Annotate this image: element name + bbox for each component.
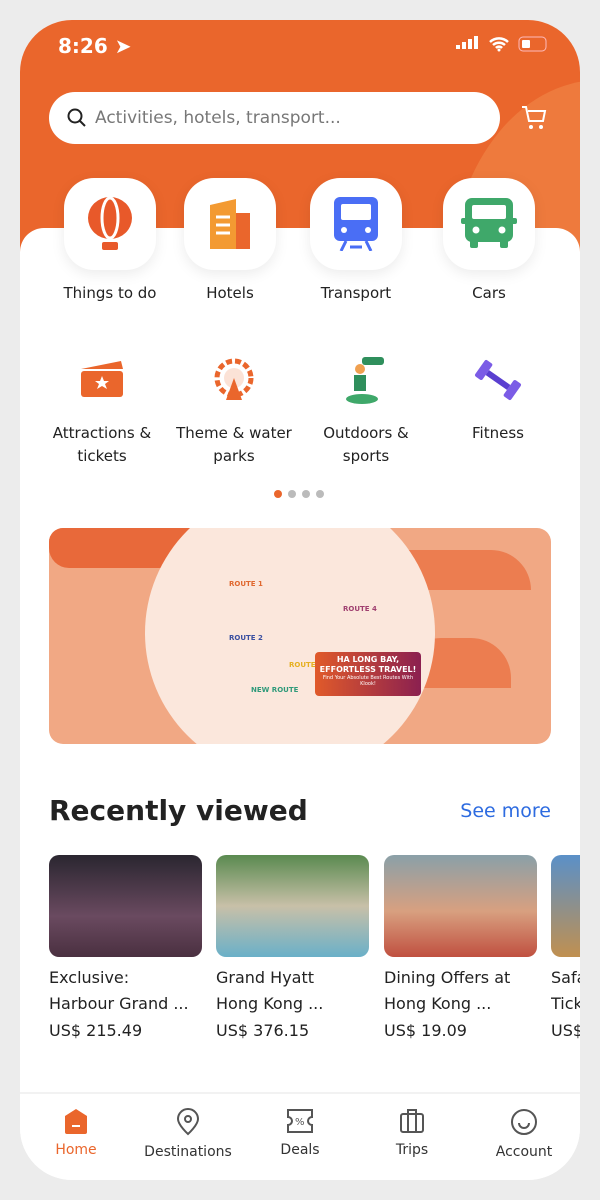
promo-banner[interactable]: ROUTE 1 ROUTE 2 ROUTE 3 ROUTE 4 NEW ROUT… [49,528,551,744]
category-things-to-do[interactable]: Things to do [50,178,170,302]
ticket-icon [81,361,123,397]
subcategory-outdoors[interactable]: Outdoors & sports [301,350,431,468]
search-input[interactable]: Activities, hotels, transport... [49,92,500,144]
coupon-icon: % [287,1109,313,1133]
search-icon [67,108,86,127]
hot-air-balloon-icon [88,196,132,250]
suitcase-icon [400,1109,424,1133]
dumbbell-icon [475,359,521,401]
carousel-indicator[interactable] [274,490,324,498]
subcategory-attractions[interactable]: Attractions & tickets [37,350,167,468]
nav-deals[interactable]: % Deals [244,1094,356,1180]
status-time: 8:26 ➤ [58,34,132,58]
category-cars[interactable]: Cars [429,178,549,302]
svg-text:%: % [295,1117,305,1128]
location-arrow-icon: ➤ [114,34,132,58]
nav-trips[interactable]: Trips [356,1094,468,1180]
smiley-icon [511,1109,537,1135]
recently-viewed-title: Recently viewed [49,794,308,827]
signal-icon [456,36,478,49]
category-hotels[interactable]: Hotels [170,178,290,302]
category-transport[interactable]: Transport [296,178,416,302]
recent-item[interactable]: Grand Hyatt Hong Kong ... US$ 376.15 [216,855,369,1040]
banner-promo-box: HA LONG BAY, EFFORTLESS TRAVEL! Find Your… [315,652,421,696]
recent-item[interactable]: Exclusive: Harbour Grand ... US$ 215.49 [49,855,202,1040]
cart-icon[interactable] [520,104,548,132]
ferris-wheel-icon [214,358,254,400]
see-more-link[interactable]: See more [460,800,551,822]
building-icon [210,199,250,249]
phone-screen: 8:26 ➤ Activities, hotels, transport... … [20,20,580,1180]
train-icon [334,197,378,251]
nav-home[interactable]: Home [20,1094,132,1180]
bottom-nav: Home Destinations % Deals Trips Account [20,1092,580,1180]
subcategory-fitness[interactable]: Fitness [433,350,563,445]
home-icon [65,1109,87,1134]
location-pin-icon [176,1108,200,1136]
nav-account[interactable]: Account [468,1094,580,1180]
nav-destinations[interactable]: Destinations [132,1094,244,1180]
car-icon [461,198,517,248]
subcategory-theme-parks[interactable]: Theme & water parks [169,350,299,468]
battery-icon [518,36,547,52]
wifi-icon [489,37,509,52]
binoculars-icon [346,357,384,404]
recent-item[interactable]: SafariTicketsUS$ [551,855,580,1040]
recent-item[interactable]: Dining Offers at Hong Kong ... US$ 19.09 [384,855,537,1040]
